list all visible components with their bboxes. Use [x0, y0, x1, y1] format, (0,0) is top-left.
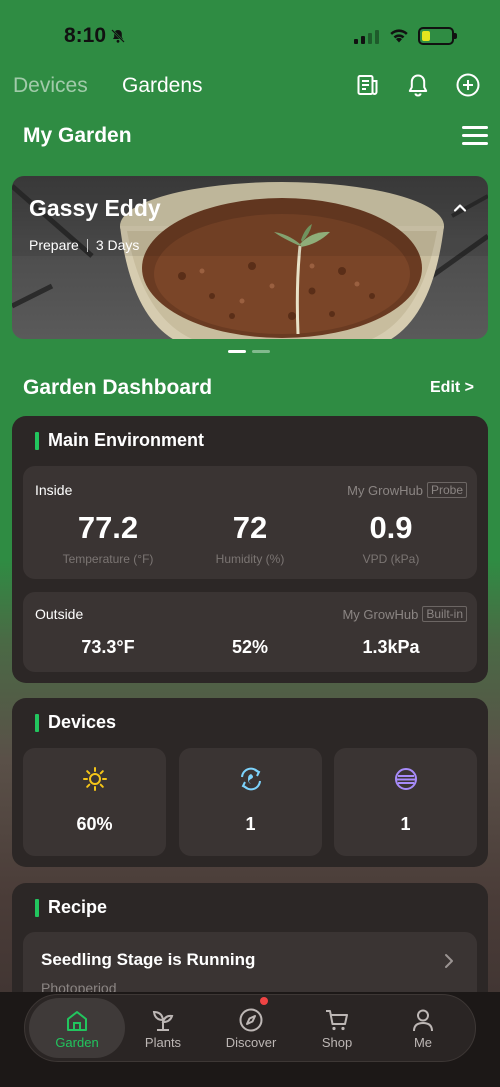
carousel-indicator [228, 350, 270, 353]
dashboard-title: Garden Dashboard [23, 376, 213, 399]
garden-duration: 3 Days [95, 237, 140, 253]
humidity-metric: 72 Humidity (%) [180, 510, 320, 566]
device-tile-filter[interactable]: 1 [334, 748, 477, 856]
outside-source: My GrowHub Built-in [342, 606, 467, 622]
chevron-right-icon [445, 954, 453, 968]
sprout-icon [152, 1010, 174, 1031]
nav-plants-label: Plants [144, 1035, 182, 1050]
nav-shop-label: Shop [321, 1035, 353, 1050]
cart-icon [326, 1010, 348, 1031]
home-icon [67, 1011, 87, 1031]
humidity-value: 72 [232, 510, 268, 545]
recipe-status-title: Seedling Stage is Running [41, 950, 256, 969]
devices-title-text: Devices [48, 712, 117, 732]
devices-card: Devices 60% 1 1 [12, 698, 488, 867]
tab-gardens[interactable]: Gardens [122, 74, 203, 98]
inside-source: My GrowHub Probe [347, 482, 467, 498]
fan-value: 1 [245, 814, 256, 834]
environment-title-text: Main Environment [48, 430, 205, 450]
outside-vpd: 1.3kPa [362, 637, 420, 657]
outside-humidity: 52% [231, 637, 269, 657]
filter-icon [395, 768, 417, 790]
recipe-title-text: Recipe [48, 897, 108, 917]
nav-discover-label: Discover [225, 1035, 277, 1050]
recipe-title: Recipe [35, 897, 107, 918]
nav-garden[interactable]: Garden [29, 998, 125, 1058]
device-tile-fan[interactable]: 1 [179, 748, 322, 856]
log-icon[interactable] [355, 72, 381, 98]
nav-me-label: Me [413, 1035, 433, 1050]
inside-source-name: My GrowHub [347, 482, 423, 498]
notification-bell-icon[interactable] [405, 72, 431, 98]
temperature-value: 77.2 [77, 510, 139, 545]
outside-temperature: 73.3°F [81, 637, 135, 657]
vpd-value: 0.9 [369, 510, 413, 545]
environment-title: Main Environment [35, 430, 204, 451]
divider [86, 238, 88, 252]
device-tile-light[interactable]: 60% [23, 748, 166, 856]
inside-panel[interactable]: Inside My GrowHub Probe 77.2 Temperature… [23, 466, 477, 579]
bottom-nav: Garden Plants Discover Shop Me [24, 994, 476, 1062]
battery-icon [418, 27, 457, 45]
filter-value: 1 [400, 814, 411, 834]
nav-me[interactable]: Me [378, 995, 468, 1061]
outside-label: Outside [35, 606, 84, 622]
tab-devices[interactable]: Devices [13, 74, 88, 98]
fan-cycle-icon [241, 767, 261, 791]
temperature-unit: Temperature (°F) [62, 552, 154, 566]
inside-source-tag: Probe [426, 482, 467, 498]
vpd-unit: VPD (kPa) [362, 552, 420, 566]
sun-icon [83, 767, 107, 791]
wifi-icon [390, 29, 408, 43]
title-accent-bar [35, 713, 39, 732]
chevron-up-icon[interactable] [452, 200, 468, 216]
bell-off-icon [111, 29, 125, 43]
nav-discover[interactable]: Discover [206, 995, 296, 1061]
devices-title: Devices [35, 712, 116, 733]
page-title: My Garden [23, 124, 132, 147]
edit-dashboard-button[interactable]: Edit > [430, 379, 474, 397]
vpd-metric: 0.9 VPD (kPa) [321, 510, 461, 566]
compass-icon [239, 1008, 263, 1032]
inside-label: Inside [35, 482, 73, 498]
garden-banner[interactable]: Gassy Eddy Prepare 3 Days [12, 176, 488, 339]
environment-card: Main Environment Inside My GrowHub Probe… [12, 416, 488, 683]
title-accent-bar [35, 898, 39, 917]
light-value: 60% [76, 814, 113, 834]
nav-plants[interactable]: Plants [118, 995, 208, 1061]
outside-source-tag: Built-in [422, 606, 467, 622]
title-accent-bar [35, 431, 39, 450]
nav-garden-label: Garden [55, 1035, 99, 1050]
signal-icon [354, 30, 379, 44]
add-circle-icon[interactable] [455, 72, 481, 98]
temperature-metric: 77.2 Temperature (°F) [38, 510, 178, 566]
status-time: 8:10 [64, 24, 107, 47]
garden-stage-info: Prepare 3 Days [29, 237, 139, 253]
person-icon [413, 1009, 433, 1032]
notification-dot [260, 997, 268, 1005]
garden-stage: Prepare [29, 237, 79, 253]
outside-panel[interactable]: Outside My GrowHub Built-in 73.3°F 52% 1… [23, 592, 477, 672]
humidity-unit: Humidity (%) [215, 552, 285, 566]
nav-shop[interactable]: Shop [292, 995, 382, 1061]
outside-source-name: My GrowHub [342, 606, 419, 622]
menu-icon[interactable] [462, 126, 488, 146]
garden-name: Gassy Eddy [29, 195, 161, 221]
